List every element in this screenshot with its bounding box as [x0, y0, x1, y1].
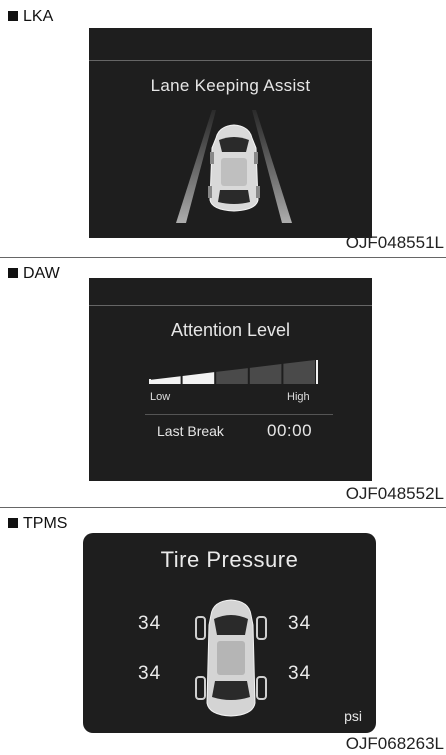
last-break-time: 00:00: [267, 421, 313, 440]
tpms-section: TPMS Tire Pressure 34 34 34 34 psi OJF06…: [0, 507, 446, 755]
tpms-section-label: TPMS: [8, 515, 67, 533]
lka-figure-code: OJF048551L: [345, 233, 444, 252]
tire-pressure-front-right: 34: [288, 613, 312, 634]
last-break-label: Last Break: [157, 423, 224, 439]
daw-display-screen: Attention Level Low High Last Break 00:0…: [89, 278, 372, 481]
daw-section-label: DAW: [8, 265, 60, 283]
tpms-screen-title: Tire Pressure: [160, 547, 299, 572]
tire-pressure-rear-left: 34: [138, 663, 162, 684]
bullet-square-icon: [8, 268, 18, 278]
car-top-view-icon: [195, 599, 267, 717]
lane-car-icon: [176, 110, 292, 223]
low-end-marker: [149, 379, 151, 384]
daw-separator: [145, 414, 333, 415]
high-end-marker: [316, 360, 318, 384]
lka-display-screen: Lane Keeping Assist: [89, 28, 372, 238]
low-label: Low: [150, 391, 171, 403]
bullet-square-icon: [8, 518, 18, 528]
lka-section: LKA Lane Keeping Assist OJF048551L: [0, 0, 446, 257]
attention-segment: [283, 360, 315, 384]
lka-section-label: LKA: [8, 8, 53, 26]
lka-screen-title: Lane Keeping Assist: [150, 76, 311, 95]
tpms-display-screen: Tire Pressure 34 34 34 34 psi: [83, 533, 376, 733]
attention-level-bar: [149, 360, 318, 384]
pressure-unit: psi: [344, 708, 362, 724]
attention-segment: [249, 364, 282, 384]
header-divider: [89, 60, 372, 61]
tpms-figure-code: OJF068263L: [345, 734, 444, 753]
daw-section: DAW Attention Level Low High Last Break …: [0, 257, 446, 507]
attention-segment: [182, 372, 215, 384]
tire-pressure-rear-right: 34: [288, 663, 312, 684]
high-label: High: [287, 391, 310, 403]
daw-screen-title: Attention Level: [170, 320, 291, 340]
header-divider: [89, 305, 372, 306]
attention-segment: [216, 368, 248, 384]
bullet-square-icon: [8, 11, 18, 21]
tire-pressure-front-left: 34: [138, 613, 162, 634]
daw-figure-code: OJF048552L: [345, 484, 444, 503]
attention-segment: [149, 376, 181, 384]
